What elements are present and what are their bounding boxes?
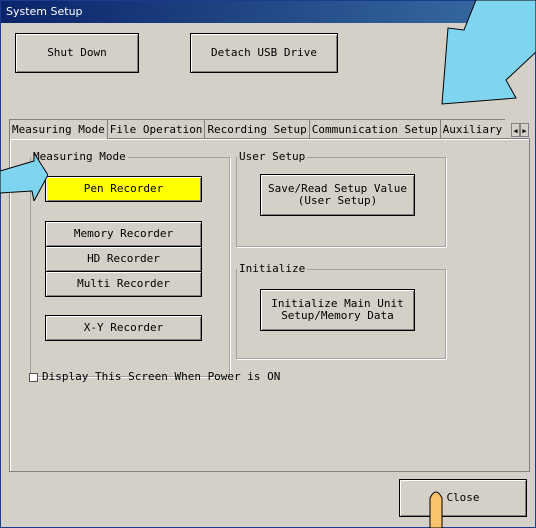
close-button[interactable]: Close — [399, 479, 527, 517]
memory-recorder-button[interactable]: Memory Recorder — [45, 221, 202, 247]
tab-measuring-mode[interactable]: Measuring Mode — [9, 119, 108, 139]
pen-recorder-button[interactable]: Pen Recorder — [45, 176, 202, 202]
tab-strip: Measuring Mode File Operation Recording Se… — [9, 119, 505, 139]
initialize-legend: Initialize — [237, 262, 308, 275]
initialize-main-unit-button[interactable]: Initialize Main Unit Setup/Memory Data — [260, 289, 415, 331]
tab-communication-setup[interactable]: Communication Setup — [308, 119, 441, 139]
detach-usb-drive-button[interactable]: Detach USB Drive — [190, 33, 338, 73]
callout-arrow-top-right-icon — [441, 0, 536, 105]
display-on-power-label: Display This Screen When Power is ON — [42, 370, 281, 383]
tab-auxiliary-setup[interactable]: Auxiliary Setup — [439, 119, 505, 139]
callout-arrow-left-icon — [0, 153, 48, 201]
xy-recorder-button[interactable]: X-Y Recorder — [45, 315, 202, 341]
tab-scroll-arrows: ◀ ▶ — [511, 123, 529, 137]
display-on-power-checkbox-row[interactable]: Display This Screen When Power is ON — [29, 371, 280, 383]
shut-down-button[interactable]: Shut Down — [15, 33, 139, 73]
hd-recorder-button[interactable]: HD Recorder — [45, 246, 202, 272]
multi-recorder-button[interactable]: Multi Recorder — [45, 271, 202, 297]
save-read-setup-button[interactable]: Save/Read Setup Value (User Setup) — [260, 174, 415, 216]
tab-recording-setup[interactable]: Recording Setup — [204, 119, 310, 139]
user-setup-legend: User Setup — [237, 150, 308, 163]
tab-file-operation[interactable]: File Operation — [106, 119, 206, 139]
callout-finger-bottom-icon — [429, 491, 443, 528]
tab-scroll-right-icon[interactable]: ▶ — [520, 123, 529, 137]
display-on-power-checkbox[interactable] — [29, 372, 38, 382]
tab-panel-measuring-mode: Measuring Mode Pen Recorder Memory Recor… — [9, 138, 530, 472]
tab-scroll-left-icon[interactable]: ◀ — [511, 123, 520, 137]
